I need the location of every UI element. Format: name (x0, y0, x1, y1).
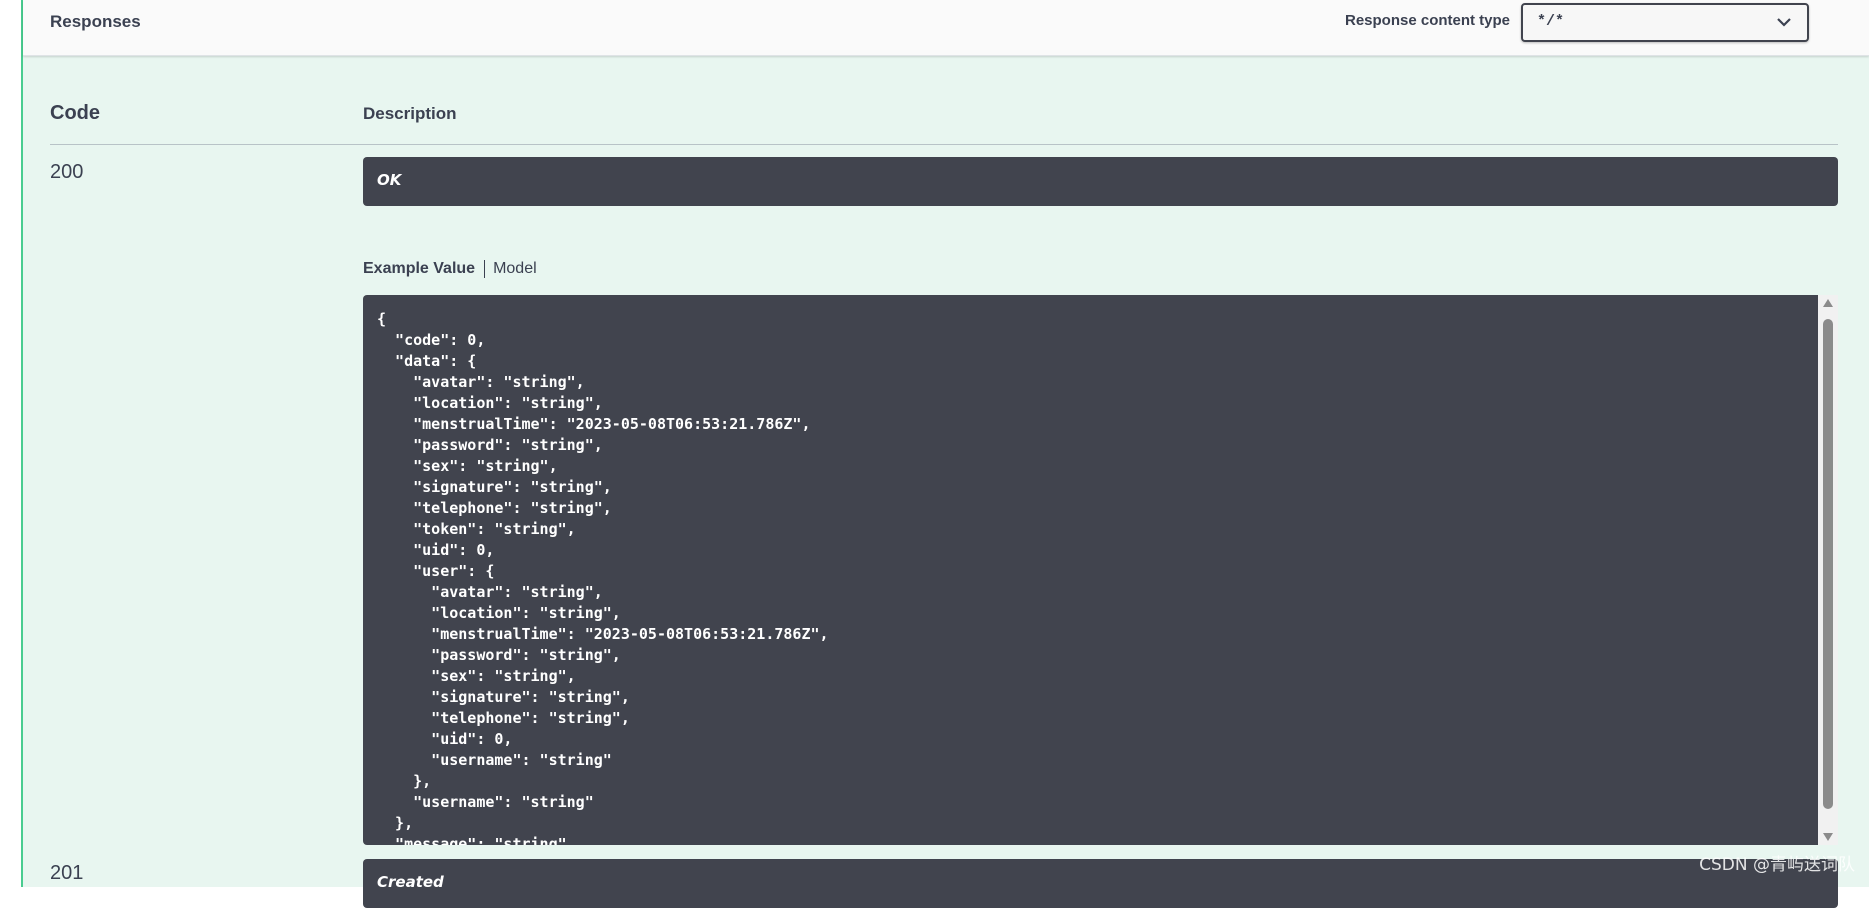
responses-title: Responses (50, 12, 141, 32)
response-code-201: 201 (50, 862, 83, 885)
responses-panel: Responses Response content type */* Code… (21, 0, 1869, 887)
tab-model[interactable]: Model (485, 260, 537, 278)
scroll-up-arrow-icon[interactable] (1823, 299, 1833, 307)
chevron-down-icon (1777, 18, 1791, 27)
response-description-200: OK (363, 157, 1838, 206)
tab-example-value[interactable]: Example Value (363, 260, 485, 278)
csdn-watermark: CSDN @青屿送词队 (1699, 850, 1855, 875)
example-value-code-block[interactable]: { "code": 0, "data": { "avatar": "string… (363, 295, 1838, 845)
scrollbar-thumb[interactable] (1823, 319, 1833, 809)
header-divider (50, 144, 1838, 145)
code-column-header: Code (50, 102, 100, 125)
response-content-type-value: */* (1537, 13, 1564, 30)
scroll-down-arrow-icon[interactable] (1823, 833, 1833, 841)
response-code-200: 200 (50, 161, 83, 184)
response-content-type-select[interactable]: */* (1521, 3, 1809, 42)
response-content-type-label: Response content type (1345, 12, 1510, 29)
code-scrollbar[interactable] (1818, 295, 1838, 845)
response-description-201: Created (363, 859, 1838, 908)
response-description-text: OK (377, 171, 401, 189)
example-tabs: Example Value Model (363, 256, 537, 282)
description-column-header: Description (363, 104, 457, 124)
response-description-text: Created (377, 873, 444, 891)
responses-header: Responses Response content type */* (23, 0, 1869, 56)
example-json-text: { "code": 0, "data": { "avatar": "string… (377, 309, 829, 845)
